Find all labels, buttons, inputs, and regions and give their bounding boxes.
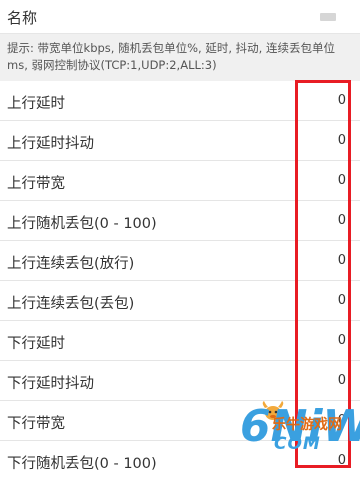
setting-value[interactable]: 0: [338, 173, 346, 188]
setting-label: 上行延时抖动: [7, 136, 94, 152]
setting-value[interactable]: 0: [338, 213, 346, 228]
setting-row-downlink-jitter[interactable]: 下行延时抖动 0: [0, 361, 360, 401]
setting-label: 下行带宽: [7, 416, 65, 432]
setting-row-downlink-bandwidth[interactable]: 下行带宽 0: [0, 401, 360, 441]
setting-label: 上行连续丢包(放行): [7, 256, 135, 272]
setting-row-downlink-delay[interactable]: 下行延时 0: [0, 321, 360, 361]
hint-text: 提示: 带宽单位kbps, 随机丢包单位%, 延时, 抖动, 连续丢包单位ms,…: [0, 34, 360, 81]
name-row[interactable]: 名称: [0, 0, 360, 34]
setting-label: 上行延时: [7, 96, 65, 112]
setting-row-uplink-burst-drop[interactable]: 上行连续丢包(丢包) 0: [0, 281, 360, 321]
setting-row-uplink-bandwidth[interactable]: 上行带宽 0: [0, 161, 360, 201]
setting-row-downlink-random-loss[interactable]: 下行随机丢包(0 - 100) 0: [0, 441, 360, 480]
name-label: 名称: [7, 9, 38, 27]
setting-label: 上行带宽: [7, 176, 65, 192]
setting-value[interactable]: 0: [338, 133, 346, 148]
setting-row-uplink-burst-pass[interactable]: 上行连续丢包(放行) 0: [0, 241, 360, 281]
name-value-field[interactable]: [320, 13, 336, 21]
setting-value[interactable]: 0: [338, 373, 346, 388]
setting-value[interactable]: 0: [338, 413, 346, 428]
setting-value[interactable]: 0: [338, 93, 346, 108]
settings-list: 上行延时 0 上行延时抖动 0 上行带宽 0 上行随机丢包(0 - 100) 0…: [0, 81, 360, 480]
setting-row-uplink-jitter[interactable]: 上行延时抖动 0: [0, 121, 360, 161]
setting-label: 下行随机丢包(0 - 100): [7, 456, 157, 472]
setting-label: 上行连续丢包(丢包): [7, 296, 135, 312]
setting-label: 下行延时: [7, 336, 65, 352]
setting-value[interactable]: 0: [338, 333, 346, 348]
setting-label: 下行延时抖动: [7, 376, 94, 392]
setting-value[interactable]: 0: [338, 453, 346, 468]
setting-label: 上行随机丢包(0 - 100): [7, 216, 157, 232]
setting-row-uplink-delay[interactable]: 上行延时 0: [0, 81, 360, 121]
setting-value[interactable]: 0: [338, 253, 346, 268]
setting-value[interactable]: 0: [338, 293, 346, 308]
setting-row-uplink-random-loss[interactable]: 上行随机丢包(0 - 100) 0: [0, 201, 360, 241]
